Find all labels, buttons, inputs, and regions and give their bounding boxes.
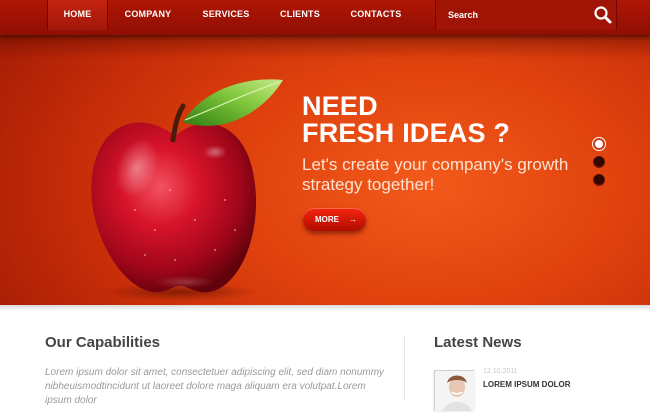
hero-slider: NEED FRESH IDEAS ? Let's create your com… bbox=[0, 35, 650, 305]
slider-dot-3[interactable] bbox=[593, 174, 605, 186]
search-box bbox=[435, 0, 617, 30]
nav-item-clients[interactable]: CLIENTS bbox=[270, 0, 330, 30]
top-navigation: HOME COMPANY SERVICES CLIENTS CONTACTS bbox=[0, 0, 650, 35]
content-shadow bbox=[0, 305, 650, 311]
red-apple-image bbox=[75, 60, 290, 305]
hero-subline: Let's create your company's growth strat… bbox=[302, 155, 569, 194]
hero-headline-line2: FRESH IDEAS ? bbox=[302, 118, 511, 148]
hero-headline-line1: NEED bbox=[302, 91, 378, 121]
capabilities-title: Our Capabilities bbox=[45, 334, 161, 351]
nav-item-services[interactable]: SERVICES bbox=[195, 0, 257, 30]
latest-news-title: Latest News bbox=[434, 334, 522, 351]
slider-dot-2[interactable] bbox=[593, 156, 605, 168]
hero-headline: NEED FRESH IDEAS ? bbox=[302, 93, 510, 147]
search-icon[interactable] bbox=[592, 4, 614, 26]
more-button[interactable]: MORE → bbox=[303, 208, 366, 231]
hero-top-shadow bbox=[0, 35, 650, 59]
nav-item-contacts[interactable]: CONTACTS bbox=[342, 0, 410, 30]
nav-item-company[interactable]: COMPANY bbox=[113, 0, 183, 30]
news-thumbnail[interactable] bbox=[434, 370, 475, 411]
nav-item-home[interactable]: HOME bbox=[47, 0, 108, 30]
arrow-right-icon: → bbox=[349, 215, 357, 224]
more-button-label: MORE bbox=[315, 215, 339, 224]
news-date: 12.10.2011 bbox=[483, 368, 518, 375]
slider-dot-1[interactable] bbox=[593, 138, 605, 150]
news-item-title[interactable]: LOREM IPSUM DOLOR bbox=[483, 380, 571, 389]
column-divider bbox=[404, 336, 405, 400]
capabilities-text: Lorem ipsum dolor sit amet, consectetuer… bbox=[45, 367, 385, 406]
search-input[interactable] bbox=[448, 7, 588, 23]
